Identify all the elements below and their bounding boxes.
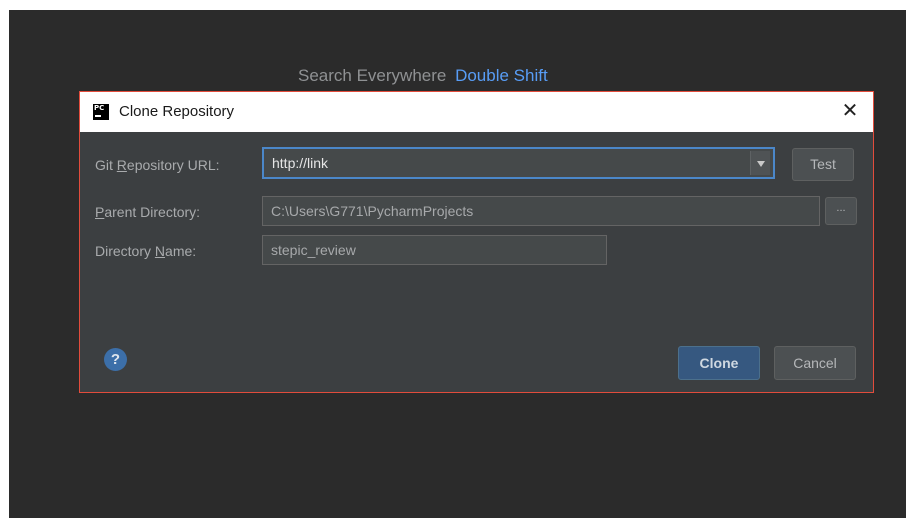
dirname-label-mnemonic: N <box>154 243 166 259</box>
dirname-label-prefix: Directory <box>95 243 155 259</box>
search-everywhere-hint: Search Everywhere Double Shift <box>298 66 548 86</box>
repository-url-input[interactable]: http://link <box>262 147 775 179</box>
hint-text: Search Everywhere <box>298 66 447 85</box>
clone-button[interactable]: Clone <box>678 346 760 380</box>
cancel-button[interactable]: Cancel <box>774 346 856 380</box>
parent-directory-input[interactable]: C:\Users\G771\PycharmProjects <box>262 196 820 226</box>
test-button[interactable]: Test <box>792 148 854 181</box>
parent-label-mnemonic: P <box>95 204 105 220</box>
dialog-titlebar[interactable]: PC Clone Repository ✕ <box>80 92 873 132</box>
directory-name-label: Directory Name: <box>95 243 196 259</box>
url-label-mnemonic: R <box>116 157 127 173</box>
close-icon[interactable]: ✕ <box>839 100 861 122</box>
dirname-label-rest: ame: <box>165 243 197 259</box>
clone-repository-dialog: PC Clone Repository ✕ Git Repository URL… <box>79 91 874 393</box>
directory-name-input[interactable]: stepic_review <box>262 235 607 265</box>
help-icon[interactable]: ? <box>104 348 127 371</box>
dialog-title: Clone Repository <box>119 103 235 120</box>
url-label-prefix: Git <box>95 157 117 173</box>
chevron-down-icon <box>757 161 765 167</box>
hint-shortcut: Double Shift <box>455 66 548 85</box>
browse-button[interactable]: ... <box>825 197 857 225</box>
pycharm-icon: PC <box>93 104 109 120</box>
parent-label-rest: arent Directory: <box>104 204 201 220</box>
url-label-rest: epository URL: <box>126 157 220 173</box>
url-label: Git Repository URL: <box>95 157 220 173</box>
parent-directory-label: Parent Directory: <box>95 204 200 220</box>
url-history-dropdown[interactable] <box>750 151 770 175</box>
